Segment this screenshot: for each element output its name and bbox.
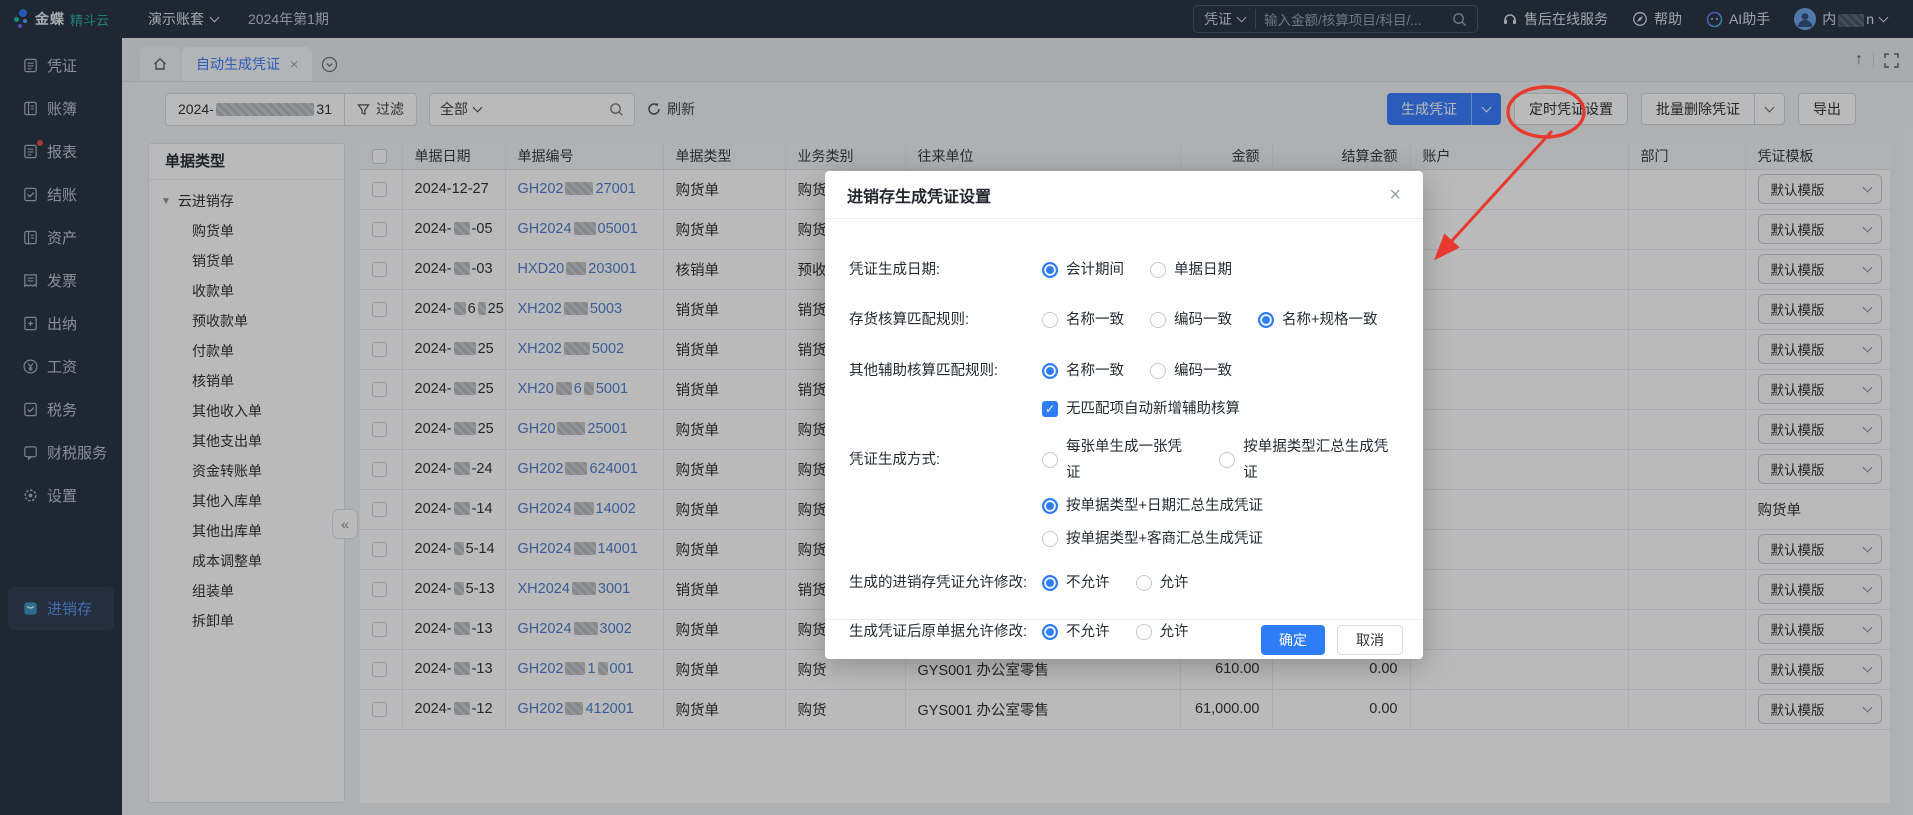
radio-selected-icon[interactable]	[1258, 312, 1274, 328]
radio-label: 名称一致	[1066, 358, 1124, 384]
radio-option[interactable]: 按单据类型+日期汇总生成凭证	[1042, 493, 1263, 519]
checkbox-checked-icon[interactable]: ✓	[1042, 401, 1058, 417]
radio-icon[interactable]	[1136, 575, 1152, 591]
radio-option[interactable]: 编码一致	[1150, 307, 1232, 333]
close-icon[interactable]: ×	[1389, 185, 1401, 205]
form-label: 存货核算匹配规则:	[849, 307, 1042, 333]
checkbox-option[interactable]: ✓ 无匹配项自动新增辅助核算	[1042, 396, 1240, 422]
radio-icon[interactable]	[1042, 452, 1058, 468]
form-label: 凭证生成日期:	[849, 257, 1042, 283]
dialog-title: 进销存生成凭证设置	[847, 183, 991, 207]
form-row: 生成的进销存凭证允许修改: 不允许 允许	[849, 570, 1399, 596]
form-row: 存货核算匹配规则: 名称一致 编码一致 名称+规格一致	[849, 307, 1399, 333]
form-label: 生成的进销存凭证允许修改:	[849, 570, 1042, 596]
form-row: 凭证生成方式: 每张单生成一张凭证按单据类型汇总生成凭证	[849, 434, 1399, 486]
radio-label: 按单据类型汇总生成凭证	[1243, 434, 1399, 486]
radio-label: 名称一致	[1066, 307, 1124, 333]
dialog-body: 凭证生成日期:会计期间单据日期存货核算匹配规则:名称一致编码一致名称+规格一致其…	[825, 219, 1423, 645]
radio-selected-icon[interactable]	[1042, 498, 1058, 514]
radio-label: 会计期间	[1066, 257, 1124, 283]
radio-icon[interactable]	[1150, 312, 1166, 328]
voucher-settings-dialog: 进销存生成凭证设置 × 凭证生成日期: 会计期间 单据日期存货核算匹配规则: 名称一致…	[825, 171, 1423, 659]
radio-option[interactable]: 不允许	[1042, 570, 1110, 596]
form-row: 按单据类型+客商汇总生成凭证	[849, 526, 1399, 552]
checkbox-label: 无匹配项自动新增辅助核算	[1066, 396, 1240, 422]
radio-option[interactable]: 编码一致	[1150, 358, 1232, 384]
form-row: 其他辅助核算匹配规则: 名称一致 编码一致	[849, 358, 1399, 384]
radio-label: 编码一致	[1174, 358, 1232, 384]
radio-option[interactable]: 名称+规格一致	[1258, 307, 1377, 333]
radio-icon[interactable]	[1219, 452, 1235, 468]
dialog-footer: 确定 取消	[825, 619, 1423, 659]
radio-option[interactable]: 名称一致	[1042, 307, 1124, 333]
radio-option[interactable]: 每张单生成一张凭证	[1042, 434, 1193, 486]
radio-label: 不允许	[1066, 570, 1110, 596]
radio-label: 单据日期	[1174, 257, 1232, 283]
radio-icon[interactable]	[1150, 262, 1166, 278]
form-row: 按单据类型+日期汇总生成凭证	[849, 493, 1399, 519]
radio-selected-icon[interactable]	[1042, 575, 1058, 591]
radio-option[interactable]: 按单据类型汇总生成凭证	[1219, 434, 1399, 486]
radio-label: 编码一致	[1174, 307, 1232, 333]
radio-label: 按单据类型+客商汇总生成凭证	[1066, 526, 1263, 552]
radio-option[interactable]: 名称一致	[1042, 358, 1124, 384]
radio-label: 允许	[1160, 570, 1189, 596]
app-window: 金蝶 精斗云 演示账套 2024年第1期 凭证 输入金额/核算项目/科目/...…	[0, 0, 1913, 815]
radio-label: 名称+规格一致	[1282, 307, 1377, 333]
radio-option[interactable]: 按单据类型+客商汇总生成凭证	[1042, 526, 1263, 552]
dialog-header: 进销存生成凭证设置 ×	[825, 171, 1423, 219]
cancel-button[interactable]: 取消	[1337, 625, 1403, 655]
form-row: 凭证生成日期: 会计期间 单据日期	[849, 257, 1399, 283]
radio-selected-icon[interactable]	[1042, 262, 1058, 278]
form-label: 凭证生成方式:	[849, 447, 1042, 473]
radio-label: 按单据类型+日期汇总生成凭证	[1066, 493, 1263, 519]
radio-icon[interactable]	[1042, 312, 1058, 328]
radio-icon[interactable]	[1150, 363, 1166, 379]
ok-button[interactable]: 确定	[1261, 625, 1325, 655]
radio-option[interactable]: 会计期间	[1042, 257, 1124, 283]
radio-label: 每张单生成一张凭证	[1066, 434, 1193, 486]
form-row: ✓ 无匹配项自动新增辅助核算	[849, 396, 1399, 422]
radio-option[interactable]: 允许	[1136, 570, 1189, 596]
radio-icon[interactable]	[1042, 531, 1058, 547]
radio-selected-icon[interactable]	[1042, 363, 1058, 379]
form-label: 其他辅助核算匹配规则:	[849, 358, 1042, 384]
radio-option[interactable]: 单据日期	[1150, 257, 1232, 283]
